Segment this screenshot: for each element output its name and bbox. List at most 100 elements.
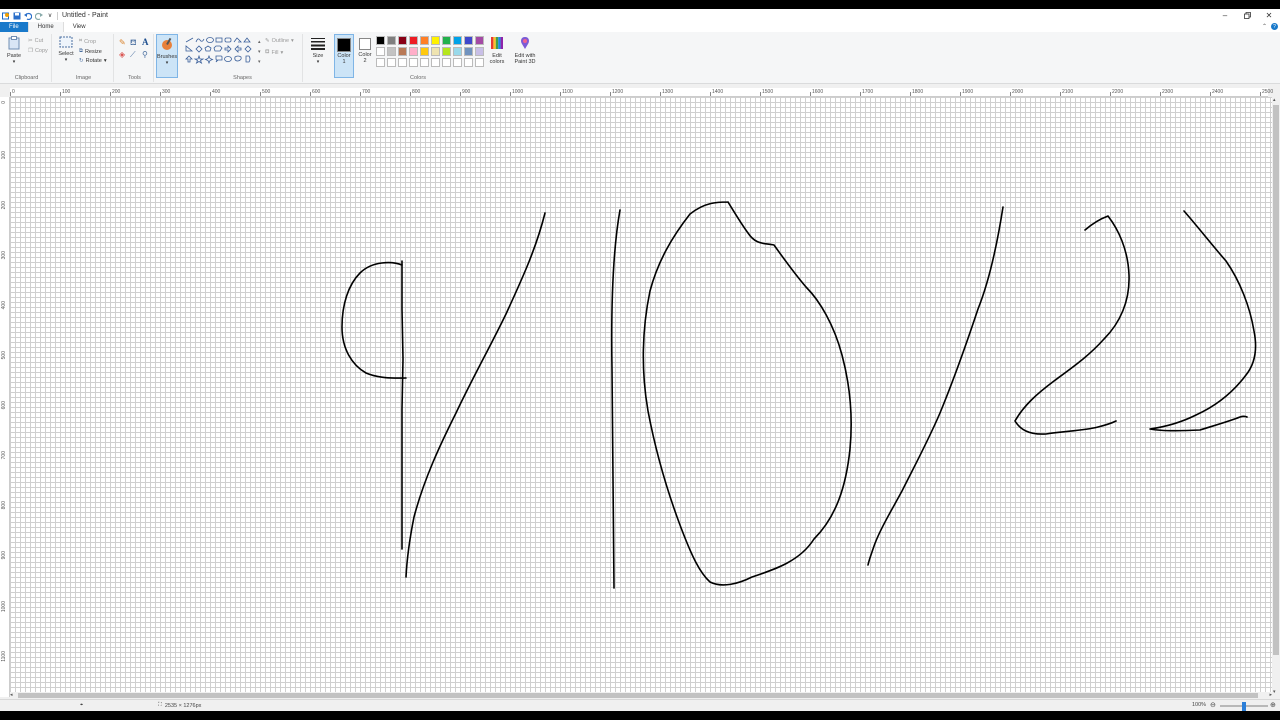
tab-view[interactable]: View — [64, 22, 95, 32]
shapes-scroll[interactable]: ▴ ▾ ▾ — [258, 37, 261, 67]
scroll-up-icon[interactable]: ▴ — [1273, 97, 1276, 103]
ruler-tick-label: 2100 — [1062, 89, 1074, 95]
zoom-in-icon[interactable]: ⊕ — [1270, 701, 1276, 709]
brushes-button[interactable]: Brushes ▾ — [156, 34, 178, 78]
tab-home[interactable]: Home — [27, 22, 64, 32]
redo-icon[interactable] — [34, 12, 43, 20]
paint-app-icon[interactable] — [2, 12, 10, 20]
palette-empty-swatch[interactable] — [376, 58, 385, 67]
color1-number: 1 — [342, 59, 346, 65]
line-size-icon — [311, 38, 325, 50]
customize-dropdown-icon[interactable]: v — [46, 12, 54, 20]
color1-button[interactable]: Color 1 — [334, 34, 354, 78]
palette-color-swatch[interactable] — [420, 36, 429, 45]
ruler-tick-label: 300 — [162, 89, 171, 95]
scroll-down-icon[interactable]: ▾ — [1273, 689, 1276, 695]
canvas-area — [10, 97, 1272, 697]
close-button[interactable]: ✕ — [1258, 9, 1280, 22]
resize-button[interactable]: ⧉ Resize — [79, 48, 102, 55]
edit-with-paint3d-button[interactable]: Edit with Paint 3D — [511, 36, 539, 65]
zoom-slider[interactable] — [1220, 702, 1268, 711]
horizontal-scroll-thumb[interactable] — [18, 693, 1258, 698]
fill-icon[interactable]: ⛾ — [130, 38, 137, 48]
horizontal-scrollbar[interactable]: ◂ ▸ — [10, 692, 1272, 699]
ruler-tick — [510, 92, 511, 96]
shapes-gallery[interactable] — [185, 37, 261, 67]
drawing-canvas[interactable] — [10, 97, 1272, 697]
palette-empty-swatch[interactable] — [475, 58, 484, 67]
text-icon[interactable]: A — [142, 37, 149, 47]
palette-color-swatch[interactable] — [464, 47, 473, 56]
undo-icon[interactable] — [24, 12, 33, 20]
edit-colors-button[interactable]: Edit colors — [487, 36, 507, 65]
palette-empty-swatch[interactable] — [387, 58, 396, 67]
eraser-icon[interactable]: ◈ — [119, 50, 125, 59]
magnifier-icon[interactable]: ⚲ — [142, 50, 148, 59]
palette-color-swatch[interactable] — [376, 47, 385, 56]
zoom-level-text: 100% — [1192, 702, 1207, 708]
cut-button[interactable]: ✂ Cut — [28, 38, 43, 44]
palette-color-swatch[interactable] — [442, 47, 451, 56]
size-button[interactable]: Size ▾ — [307, 36, 329, 65]
pencil-icon[interactable]: ✎ — [119, 38, 126, 47]
palette-empty-swatch[interactable] — [453, 58, 462, 67]
palette-color-swatch[interactable] — [398, 36, 407, 45]
zoom-out-icon[interactable]: ⊖ — [1210, 701, 1216, 709]
outline-button[interactable]: ✎ Outline ▾ — [265, 38, 294, 44]
palette-color-swatch[interactable] — [431, 36, 440, 45]
ruler-tick-label: 300 — [1, 251, 7, 260]
palette-color-swatch[interactable] — [387, 47, 396, 56]
minimize-button[interactable]: – — [1214, 9, 1236, 22]
palette-color-swatch[interactable] — [376, 36, 385, 45]
palette-color-swatch[interactable] — [453, 47, 462, 56]
help-icon[interactable]: ? — [1271, 23, 1278, 30]
palette-color-swatch[interactable] — [387, 36, 396, 45]
palette-empty-swatch[interactable] — [398, 58, 407, 67]
tools-group-label: Tools — [128, 75, 141, 81]
palette-color-swatch[interactable] — [475, 47, 484, 56]
ruler-tick — [910, 92, 911, 96]
palette-empty-swatch[interactable] — [442, 58, 451, 67]
stroke-slash-1 — [405, 212, 546, 578]
palette-color-swatch[interactable] — [409, 47, 418, 56]
vertical-scroll-thumb[interactable] — [1273, 105, 1279, 655]
ruler-tick-label: 400 — [1, 301, 7, 310]
palette-color-swatch[interactable] — [431, 47, 440, 56]
palette-color-swatch[interactable] — [409, 36, 418, 45]
palette-color-swatch[interactable] — [475, 36, 484, 45]
save-icon[interactable] — [13, 12, 21, 20]
color-wheel-icon — [491, 37, 503, 49]
palette-empty-swatch[interactable] — [409, 58, 418, 67]
select-button[interactable]: Select ▾ — [56, 36, 76, 63]
color-picker-icon[interactable]: ⟋ — [130, 50, 136, 60]
ruler-tick-label: 1900 — [962, 89, 974, 95]
scroll-left-icon[interactable]: ◂ — [10, 692, 13, 699]
vertical-scrollbar[interactable]: ▴ ▾ — [1272, 97, 1280, 695]
palette-color-swatch[interactable] — [464, 36, 473, 45]
window-title: Untitled - Paint — [62, 12, 108, 19]
rotate-button[interactable]: ↻ Rotate ▾ — [79, 58, 107, 64]
ruler-tick-label: 200 — [1, 201, 7, 210]
edit-colors-label-2: colors — [489, 59, 505, 65]
chevron-down-icon: ▾ — [103, 58, 107, 64]
scroll-right-icon[interactable]: ▸ — [1269, 692, 1272, 699]
palette-color-swatch[interactable] — [398, 47, 407, 56]
zoom-slider-thumb[interactable] — [1242, 702, 1246, 711]
palette-empty-swatch[interactable] — [420, 58, 429, 67]
restore-button[interactable] — [1236, 9, 1258, 22]
color2-button[interactable]: Color 2 — [356, 34, 374, 78]
palette-empty-swatch[interactable] — [464, 58, 473, 67]
palette-color-swatch[interactable] — [442, 36, 451, 45]
paste-button[interactable]: Paste ▾ — [4, 36, 24, 65]
copy-button[interactable]: ❐ Copy — [28, 48, 48, 54]
ruler-tick — [210, 92, 211, 96]
collapse-ribbon-icon[interactable]: ⌃ — [1262, 23, 1267, 30]
palette-color-swatch[interactable] — [453, 36, 462, 45]
tab-file[interactable]: File — [0, 22, 28, 32]
fill-button[interactable]: ⛾ Fill ▾ — [265, 49, 283, 56]
palette-empty-swatch[interactable] — [431, 58, 440, 67]
palette-color-swatch[interactable] — [420, 47, 429, 56]
resize-label: Resize — [84, 48, 102, 55]
crop-button[interactable]: ⌗ Crop — [79, 38, 96, 45]
zoom-level: 100% — [1192, 702, 1206, 708]
